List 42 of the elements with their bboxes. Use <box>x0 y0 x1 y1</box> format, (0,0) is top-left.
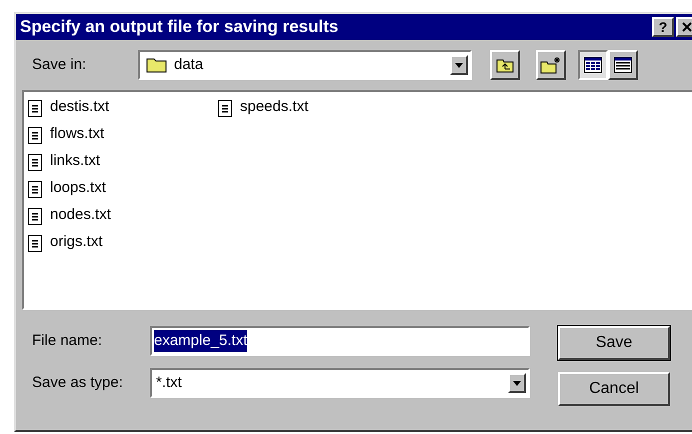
details-view-icon <box>614 57 632 73</box>
folder-up-icon <box>496 57 514 73</box>
save-as-type-label: Save as type: <box>32 372 124 393</box>
file-item[interactable]: loops.txt <box>28 175 218 202</box>
save-in-label: Save in: <box>32 54 88 75</box>
file-item[interactable]: flows.txt <box>28 121 218 148</box>
text-file-icon <box>28 126 42 144</box>
file-name-label: File name: <box>32 330 104 351</box>
up-button[interactable] <box>490 50 520 80</box>
dropdown-button[interactable] <box>508 373 526 393</box>
file-item[interactable]: speeds.txt <box>218 94 408 121</box>
text-file-icon <box>218 98 232 116</box>
save-as-type-dropdown[interactable]: *.txt <box>150 368 530 398</box>
text-file-icon <box>28 152 42 170</box>
caret-icon <box>513 380 521 386</box>
help-button[interactable]: ? <box>652 17 674 37</box>
new-folder-button[interactable] <box>536 50 566 80</box>
close-icon <box>682 22 692 32</box>
cancel-button[interactable]: Cancel <box>558 372 670 406</box>
new-folder-icon <box>540 56 562 74</box>
save-button[interactable]: Save <box>558 326 670 360</box>
caret-icon <box>455 62 463 68</box>
list-view-button[interactable] <box>578 50 608 80</box>
text-file-icon <box>28 234 42 252</box>
text-file-icon <box>28 180 42 198</box>
save-in-value: data <box>174 54 204 75</box>
close-button[interactable] <box>676 17 692 37</box>
dropdown-button[interactable] <box>450 55 468 75</box>
folder-icon <box>146 57 168 73</box>
file-name-value: example_5.txt <box>154 330 248 352</box>
details-view-button[interactable] <box>608 50 638 80</box>
file-item[interactable]: links.txt <box>28 148 218 175</box>
save-in-dropdown[interactable]: data <box>138 50 472 80</box>
window-title: Specify an output file for saving results <box>20 16 340 38</box>
list-view-icon <box>584 57 602 73</box>
file-item[interactable]: origs.txt <box>28 229 218 256</box>
file-name-field[interactable]: example_5.txt <box>150 326 530 356</box>
file-item[interactable]: nodes.txt <box>28 202 218 229</box>
text-file-icon <box>28 206 42 224</box>
text-file-icon <box>28 98 42 116</box>
save-as-type-value: *.txt <box>156 372 183 393</box>
file-item[interactable]: destis.txt <box>28 94 218 121</box>
